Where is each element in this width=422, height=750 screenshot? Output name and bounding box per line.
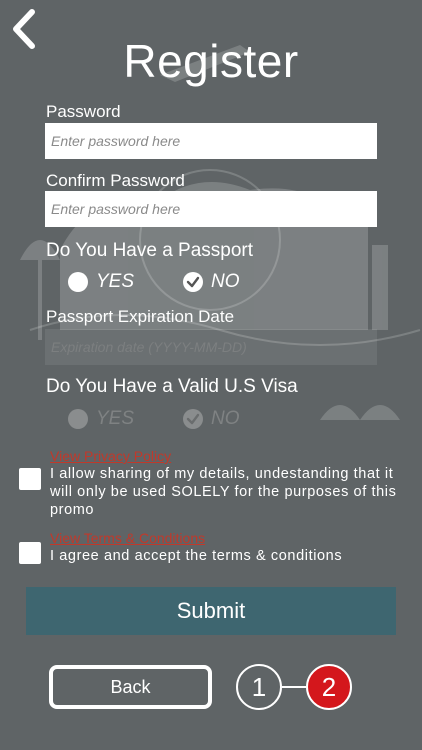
confirm-password-label: Confirm Password (46, 171, 185, 190)
passport-yes-label: YES (96, 271, 135, 292)
password-label: Password (46, 102, 121, 121)
passport-question: Do You Have a Passport (46, 240, 254, 261)
terms-consent-checkbox[interactable] (19, 542, 41, 564)
step-connector (282, 686, 306, 688)
terms-conditions-link[interactable]: View Terms & Conditions (50, 530, 205, 546)
password-input[interactable] (45, 123, 377, 159)
passport-no-label: NO (211, 271, 240, 292)
submit-button[interactable]: Submit (26, 587, 396, 635)
terms-consent-text: I agree and accept the terms & condition… (50, 548, 343, 564)
confirm-password-input[interactable] (45, 191, 377, 227)
passport-yes-radio[interactable]: YES (68, 271, 134, 293)
visa-no-radio[interactable]: NO (183, 408, 240, 430)
radio-unchecked-icon (68, 409, 88, 429)
step-indicator-1: 1 (236, 664, 282, 710)
visa-yes-label: YES (96, 408, 135, 429)
step-indicator-2: 2 (306, 664, 352, 710)
visa-no-label: NO (211, 408, 240, 429)
passport-expiration-label: Passport Expiration Date (46, 307, 235, 326)
privacy-consent-text: I allow sharing of my details, undestand… (50, 466, 397, 518)
passport-no-radio[interactable]: NO (183, 271, 240, 293)
privacy-consent-checkbox[interactable] (19, 468, 41, 490)
passport-expiration-input[interactable] (45, 329, 377, 365)
checkmark-icon (183, 272, 203, 292)
visa-question: Do You Have a Valid U.S Visa (46, 376, 298, 397)
privacy-policy-link[interactable]: View Privacy Policy (50, 448, 171, 464)
radio-unchecked-icon (68, 272, 88, 292)
visa-yes-radio[interactable]: YES (68, 408, 134, 430)
page-title: Register (123, 35, 299, 87)
back-button[interactable]: Back (49, 665, 212, 709)
checkmark-icon (183, 409, 203, 429)
